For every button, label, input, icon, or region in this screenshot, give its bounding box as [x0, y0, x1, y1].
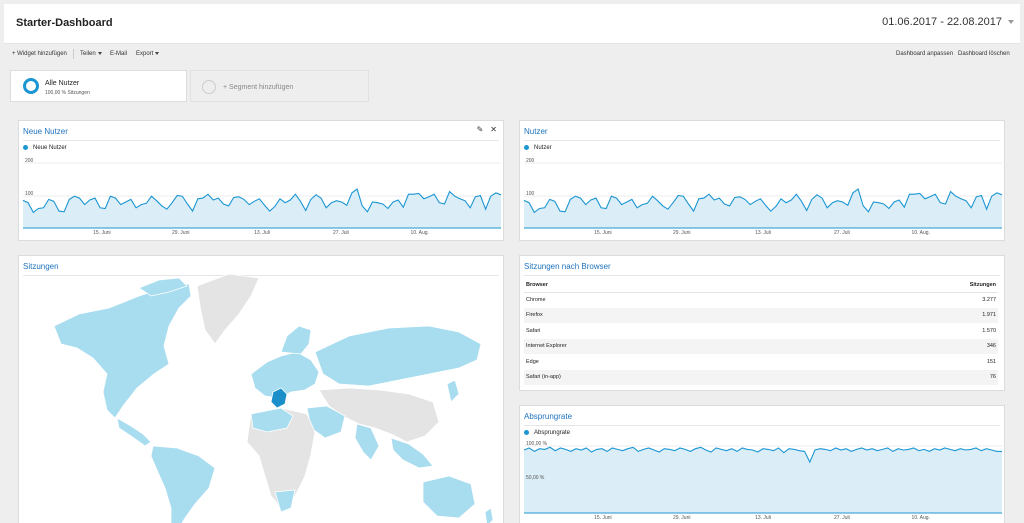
series-area: [524, 447, 1002, 513]
browser-name: Internet Explorer: [524, 338, 807, 354]
x-tick-label: 10. Aug.: [411, 230, 429, 236]
session-count: 1.971: [806, 307, 998, 323]
x-tick-label: 15. Juni: [594, 515, 612, 521]
browser-name: Edge: [526, 358, 539, 365]
y-tick-label: 200: [526, 158, 535, 164]
segment-ring-icon: [23, 78, 39, 94]
y-tick-label: 100: [25, 191, 34, 197]
browser-name: Firefox: [524, 307, 807, 323]
widget-title[interactable]: Sitzungen nach Browser: [524, 262, 611, 271]
widget-sessions-map: Sitzungen: [18, 255, 504, 523]
column-header-sessions: Sitzungen: [806, 278, 998, 293]
series-area: [524, 189, 1002, 228]
widget-users: Nutzer Nutzer 200 100 15. Juni 29. Juni 13. …: [519, 120, 1005, 241]
table-row[interactable]: Firefox 1.971: [524, 307, 998, 323]
x-tick-label: 29. Juni: [673, 230, 691, 236]
table-row[interactable]: Safari 1.570: [524, 323, 998, 339]
chevron-down-icon[interactable]: [1008, 20, 1014, 24]
x-tick-label: 27. Juli: [834, 230, 850, 236]
x-tick-label: 27. Juli: [333, 230, 349, 236]
x-tick-label: 15. Juni: [594, 230, 612, 236]
export-label: Export: [136, 51, 154, 57]
browser-name: Safari: [526, 327, 541, 334]
page-title: Starter-Dashboard: [16, 17, 113, 29]
widget-bounce-rate: Absprungrate Absprungrate 100,00 % 50,00 …: [519, 405, 1005, 523]
table-row[interactable]: Chrome 3.277: [524, 292, 998, 308]
map-region-south-america: [150, 445, 216, 523]
map-region-scandinavia: [280, 325, 312, 355]
map-region-japan: [446, 379, 460, 403]
y-tick-label: 100: [526, 191, 535, 197]
x-tick-label: 10. Aug.: [912, 230, 930, 236]
users-chart[interactable]: 200 100 15. Juni 29. Juni 13. Juli 27. Juli 10…: [520, 121, 1006, 242]
map-region-south-africa: [274, 489, 296, 513]
dashboard-header: Starter-Dashboard 01.06.2017 - 22.08.201…: [4, 4, 1020, 44]
y-tick-label: 50,00 %: [526, 475, 545, 481]
map-region-india: [354, 423, 380, 461]
add-widget-button[interactable]: + Widget hinzufügen: [12, 51, 67, 57]
segment-subtitle: 100,00 % Sitzungen: [45, 90, 90, 96]
segment-name: Alle Nutzer: [45, 80, 80, 87]
session-count: 3.277: [982, 297, 996, 303]
x-tick-label: 13. Juli: [755, 230, 771, 236]
bounce-rate-chart[interactable]: 100,00 % 50,00 % 15. Juni 29. Juni 13. Juli 2…: [520, 406, 1006, 523]
add-segment-button[interactable]: + Segment hinzufügen: [190, 70, 369, 102]
map-region-southeast-asia: [390, 437, 434, 469]
session-count: 346: [806, 338, 998, 354]
email-button[interactable]: E-Mail: [110, 51, 127, 57]
map-region-greenland: [196, 273, 260, 345]
x-tick-label: 10. Aug.: [912, 515, 930, 521]
map-region-central-america: [116, 417, 152, 447]
session-count: 76: [806, 369, 998, 385]
x-tick-label: 29. Juni: [172, 230, 190, 236]
segment-placeholder-icon: [202, 80, 216, 94]
new-users-chart[interactable]: 200 100 15. Juni 29. Juni 13. Juli 27. Juli 10…: [19, 121, 505, 242]
add-segment-label: + Segment hinzufügen: [223, 84, 294, 91]
x-tick-label: 29. Juni: [673, 515, 691, 521]
widget-new-users: Neue Nutzer ✎ ✕ Neue Nutzer 200 100 15. Jun…: [18, 120, 504, 241]
column-header-browser: Browser: [524, 278, 807, 293]
session-count: 1.570: [982, 327, 996, 334]
table-row[interactable]: Internet Explorer 346: [524, 338, 998, 354]
browser-name: Safari (in-app): [524, 369, 807, 385]
customize-dashboard-button[interactable]: Dashboard anpassen: [896, 51, 953, 57]
share-label: Teilen: [80, 51, 96, 57]
x-tick-label: 27. Juli: [834, 515, 850, 521]
export-button[interactable]: Export: [136, 51, 160, 57]
action-bar: + Widget hinzufügen Teilen E-Mail Export…: [4, 47, 1020, 63]
table-row[interactable]: Safari (in-app) 76: [524, 369, 998, 385]
session-count: 151: [986, 358, 996, 365]
browser-table: Browser Sitzungen Chrome 3.277 Firefox 1.9…: [524, 278, 998, 385]
map-region-australia: [422, 475, 476, 519]
map-region-north-america: [53, 283, 192, 419]
delete-dashboard-button[interactable]: Dashboard löschen: [958, 51, 1010, 57]
map-region-russia: [314, 325, 482, 387]
y-tick-label: 200: [25, 158, 34, 164]
map-region-new-zealand: [484, 507, 494, 523]
divider: [73, 49, 74, 59]
x-tick-label: 13. Juli: [755, 515, 771, 521]
world-map[interactable]: [19, 256, 505, 523]
series-area: [23, 189, 501, 228]
divider: [524, 275, 1000, 276]
caret-down-icon: [97, 51, 102, 55]
share-button[interactable]: Teilen: [80, 51, 102, 57]
y-tick-label: 100,00 %: [526, 441, 548, 447]
map-region-north-africa: [250, 407, 294, 433]
map-region-europe: [250, 351, 320, 399]
date-range-picker[interactable]: 01.06.2017 - 22.08.2017: [882, 16, 1002, 28]
table-row[interactable]: Edge 151: [524, 354, 998, 370]
table-header-row: Browser Sitzungen: [524, 278, 998, 293]
segment-all-users[interactable]: Alle Nutzer 100,00 % Sitzungen: [10, 70, 187, 102]
browser-name: Chrome: [526, 297, 546, 303]
x-tick-label: 15. Juni: [93, 230, 111, 236]
caret-down-icon: [155, 51, 160, 55]
widget-sessions-by-browser: Sitzungen nach Browser Browser Sitzungen…: [519, 255, 1005, 391]
x-tick-label: 13. Juli: [254, 230, 270, 236]
